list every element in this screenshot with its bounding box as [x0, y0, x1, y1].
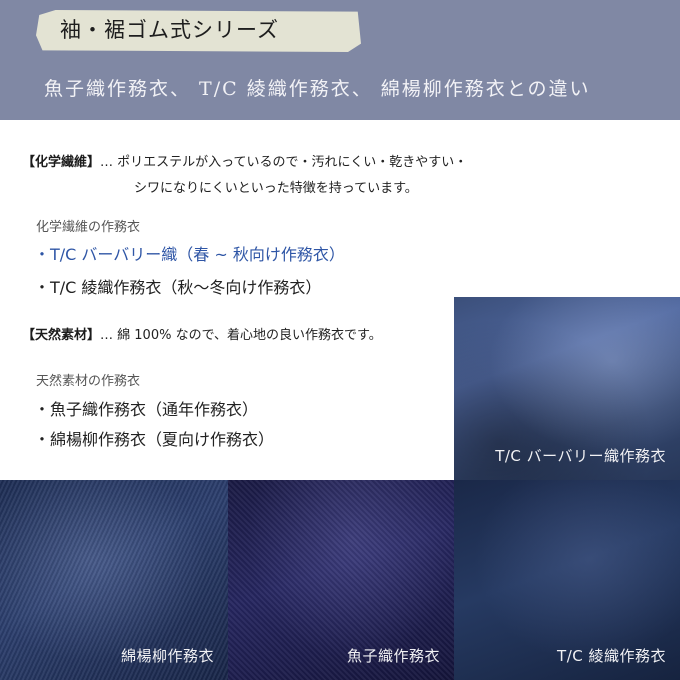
swatch-label-nanako: 魚子織作務衣	[346, 647, 440, 665]
swatch-nanako: 魚子織作務衣	[228, 480, 454, 680]
list-item-tc-barberry: ・T/C バーバリー織（春 ~ 秋向け作務衣）	[34, 245, 345, 264]
swatch-tc-twill: T/C 綾織作務衣	[454, 480, 680, 680]
chemical-fiber-label: 【化学繊維】	[22, 155, 101, 170]
swatch-label-tc-barberry: T/C バーバリー織作務衣	[495, 447, 666, 465]
swatch-label-tc-twill: T/C 綾織作務衣	[557, 647, 666, 665]
chemical-fiber-desc-line1: 【化学繊維】… ポリエステルが入っているので・汚れにくい・乾きやすい・	[22, 151, 467, 170]
swatch-tc-barberry: T/C バーバリー織作務衣	[454, 297, 680, 480]
swatch-label-cotton-yoryu: 綿楊柳作務衣	[120, 647, 214, 665]
list-item-tc-twill: ・T/C 綾織作務衣（秋〜冬向け作務衣）	[34, 278, 322, 297]
natural-material-desc: … 綿 100% なので、着心地の良い作務衣です。	[100, 328, 382, 343]
natural-material-subhead: 天然素材の作務衣	[36, 374, 141, 389]
series-title: 袖・裾ゴム式シリーズ	[60, 18, 279, 42]
header-banner: 袖・裾ゴム式シリーズ 魚子織作務衣、 T/C 綾織作務衣、 綿楊柳作務衣との違い	[0, 0, 680, 120]
list-item-cotton-yoryu: ・綿楊柳作務衣（夏向け作務衣）	[34, 430, 275, 449]
comparison-subtitle: 魚子織作務衣、 T/C 綾織作務衣、 綿楊柳作務衣との違い	[44, 78, 591, 100]
swatch-cotton-yoryu: 綿楊柳作務衣	[0, 480, 228, 680]
list-item-nanako: ・魚子織作務衣（通年作務衣）	[34, 400, 259, 419]
chemical-fiber-desc: … ポリエステルが入っているので・汚れにくい・乾きやすい・	[100, 155, 468, 170]
natural-material-label: 【天然素材】	[22, 328, 101, 343]
chemical-fiber-desc-line2: シワになりにくいといった特徴を持っています。	[134, 181, 418, 196]
chemical-fiber-subhead: 化学繊維の作務衣	[36, 220, 141, 235]
natural-material-desc-line: 【天然素材】… 綿 100% なので、着心地の良い作務衣です。	[22, 324, 382, 343]
